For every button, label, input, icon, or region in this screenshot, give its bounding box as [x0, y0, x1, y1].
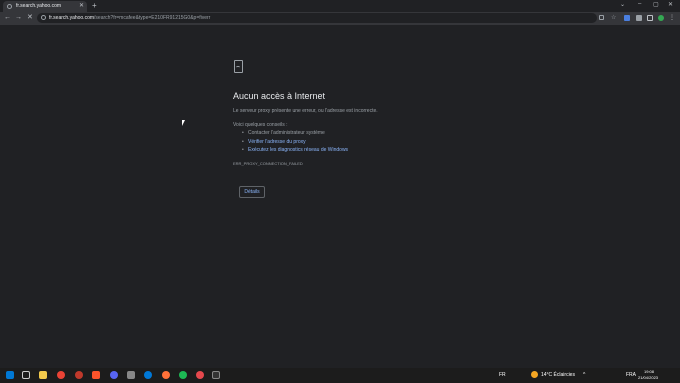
details-button[interactable]: Détails	[239, 186, 265, 198]
error-title: Aucun accès à Internet	[233, 91, 326, 101]
discord-icon[interactable]	[110, 371, 118, 379]
url-host: fr.search.yahoo.com	[49, 15, 95, 21]
error-page	[0, 25, 680, 368]
minimize-button[interactable]: –	[638, 1, 641, 7]
back-button[interactable]: ←	[4, 14, 11, 22]
windows-start-icon[interactable]	[6, 371, 14, 379]
weather-text[interactable]: 14°C Éclaircies	[541, 372, 575, 378]
brave-icon[interactable]	[92, 371, 100, 379]
sad-page-icon	[234, 60, 243, 73]
globe-icon	[7, 4, 12, 9]
tab-strip: fr.search.yahoo.com ✕ + ⌄ – ▢ ✕	[0, 0, 680, 12]
tab-title: fr.search.yahoo.com	[16, 3, 62, 9]
task-view-icon[interactable]	[22, 371, 30, 379]
close-window-button[interactable]: ✕	[668, 1, 673, 8]
error-description: Le serveur proxy présente une erreur, ou…	[233, 108, 378, 114]
firefox-icon[interactable]	[162, 371, 170, 379]
tab-active[interactable]: fr.search.yahoo.com ✕	[3, 1, 87, 12]
mouse-cursor	[182, 120, 185, 126]
url-path: /search?fr=mcafee&type=E210FR91215G0&p=f…	[94, 15, 211, 21]
site-info-icon[interactable]	[41, 15, 46, 20]
forward-button[interactable]: →	[15, 14, 22, 22]
tray-chevron-icon[interactable]: ^	[583, 372, 585, 378]
error-code: ERR_PROXY_CONNECTION_FAILED	[233, 161, 303, 166]
puzzle-icon[interactable]	[636, 15, 642, 21]
taskbar: FR 14°C Éclaircies ^ FRA 19:08 21/04/202…	[0, 368, 680, 383]
tray-fr[interactable]: FR	[499, 372, 506, 378]
stop-button[interactable]: ✕	[27, 14, 33, 22]
tab-close-icon[interactable]: ✕	[79, 2, 84, 9]
opera-icon[interactable]	[75, 371, 83, 379]
avatar[interactable]	[658, 15, 664, 21]
url-text: fr.search.yahoo.com/search?fr=mcafee&typ…	[49, 15, 210, 21]
new-tab-button[interactable]: +	[92, 1, 97, 10]
suggestion-item: Contacter l'administrateur système	[242, 130, 325, 136]
clock-time[interactable]: 19:08	[644, 369, 654, 374]
extension-icon[interactable]	[624, 15, 630, 21]
address-bar[interactable]: fr.search.yahoo.com/search?fr=mcafee&typ…	[37, 13, 616, 23]
file-explorer-icon[interactable]	[39, 371, 47, 379]
edge-icon[interactable]	[144, 371, 152, 379]
suggestions-intro: Voici quelques conseils :	[233, 122, 288, 128]
weather-icon[interactable]	[531, 371, 538, 378]
suggestion-link-proxy[interactable]: Vérifier l'adresse du proxy	[242, 139, 306, 145]
app-red-icon[interactable]	[196, 371, 204, 379]
tab-search-icon[interactable]: ⌄	[620, 1, 625, 8]
side-panel-icon[interactable]	[647, 15, 653, 21]
terminal-icon[interactable]	[212, 371, 220, 379]
spotify-icon[interactable]	[179, 371, 187, 379]
chrome-icon[interactable]	[57, 371, 65, 379]
clock-date[interactable]: 21/04/2023	[638, 375, 658, 380]
menu-icon[interactable]: ⋮	[669, 15, 675, 21]
app-icon[interactable]	[127, 371, 135, 379]
suggestion-link-diagnostics[interactable]: Exécutez les diagnostics réseau de Windo…	[242, 147, 348, 153]
bookmark-star-icon[interactable]: ☆	[611, 15, 616, 21]
maximize-button[interactable]: ▢	[653, 1, 659, 8]
browser-toolbar: ← → ✕ fr.search.yahoo.com/search?fr=mcaf…	[0, 12, 680, 25]
share-icon[interactable]	[599, 15, 604, 20]
language-indicator[interactable]: FRA	[626, 372, 636, 378]
